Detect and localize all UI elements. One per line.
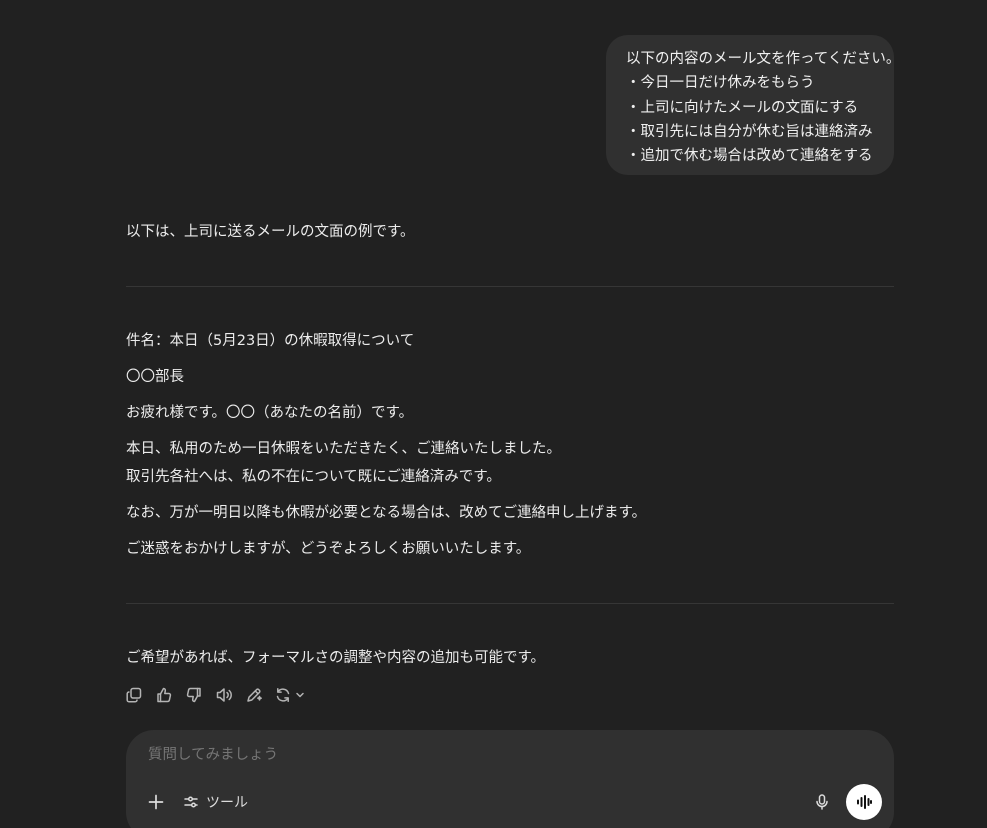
thumbs-down-icon	[186, 687, 201, 703]
user-message-line: ・取引先には自分が休む旨は連絡済み	[626, 123, 873, 140]
sliders-icon	[184, 796, 198, 808]
assistant-intro: 以下は、上司に送るメールの文面の例です。	[126, 224, 415, 240]
tools-button[interactable]: ツール	[182, 790, 248, 814]
chat-page: 以下の内容のメール文を作ってください。 ・今日一日だけ休みをもらう ・上司に向け…	[0, 0, 987, 828]
microphone-icon	[816, 794, 828, 810]
email-body-line: 本日、私用のため一日休暇をいただきたく、ご連絡いたしました。	[126, 441, 561, 457]
user-message-line: ・今日一日だけ休みをもらう	[626, 75, 815, 92]
plus-icon	[148, 794, 164, 810]
prompt-input[interactable]	[146, 746, 750, 764]
thumbs-down-button[interactable]	[184, 685, 204, 705]
regenerate-icon	[276, 688, 290, 702]
composer: ツール	[126, 730, 894, 828]
edit-canvas-button[interactable]	[244, 685, 264, 705]
thumbs-up-icon	[157, 687, 172, 703]
regenerate-button[interactable]	[274, 685, 308, 705]
voice-waveform-icon	[857, 795, 872, 809]
read-aloud-icon	[216, 688, 232, 702]
dictate-button[interactable]	[810, 790, 834, 814]
email-closing: ご迷惑をおかけしますが、どうぞよろしくお願いいたします。	[126, 541, 531, 557]
user-message-line: ・上司に向けたメールの文面にする	[626, 99, 859, 116]
email-subject: 件名：本日（5月23日）の休暇取得について	[126, 333, 415, 349]
user-message-line: 以下の内容のメール文を作ってください。	[626, 51, 901, 67]
copy-icon	[126, 687, 142, 703]
email-body-line: 取引先各社へは、私の不在について既にご連絡済みです。	[126, 469, 501, 485]
thumbs-up-button[interactable]	[154, 685, 174, 705]
email-greeting: お疲れ様です。〇〇（あなたの名前）です。	[126, 405, 414, 421]
add-attachment-button[interactable]	[144, 790, 168, 814]
tools-label: ツール	[206, 795, 248, 811]
edit-icon	[247, 688, 262, 702]
user-message-line: ・追加で休む場合は改めて連絡をする	[626, 148, 873, 165]
email-addressee: 〇〇部長	[126, 369, 184, 385]
message-actions	[124, 683, 308, 707]
email-body-line: なお、万が一明日以降も休暇が必要となる場合は、改めてご連絡申し上げます。	[126, 505, 647, 521]
divider	[126, 603, 894, 604]
user-message-bubble: 以下の内容のメール文を作ってください。 ・今日一日だけ休みをもらう ・上司に向け…	[606, 35, 901, 175]
voice-mode-button[interactable]	[846, 784, 882, 820]
assistant-outro: ご希望があれば、フォーマルさの調整や内容の追加も可能です。	[126, 650, 546, 666]
copy-button[interactable]	[124, 685, 144, 705]
chevron-down-icon	[296, 692, 304, 698]
divider	[126, 286, 894, 287]
read-aloud-button[interactable]	[214, 685, 234, 705]
